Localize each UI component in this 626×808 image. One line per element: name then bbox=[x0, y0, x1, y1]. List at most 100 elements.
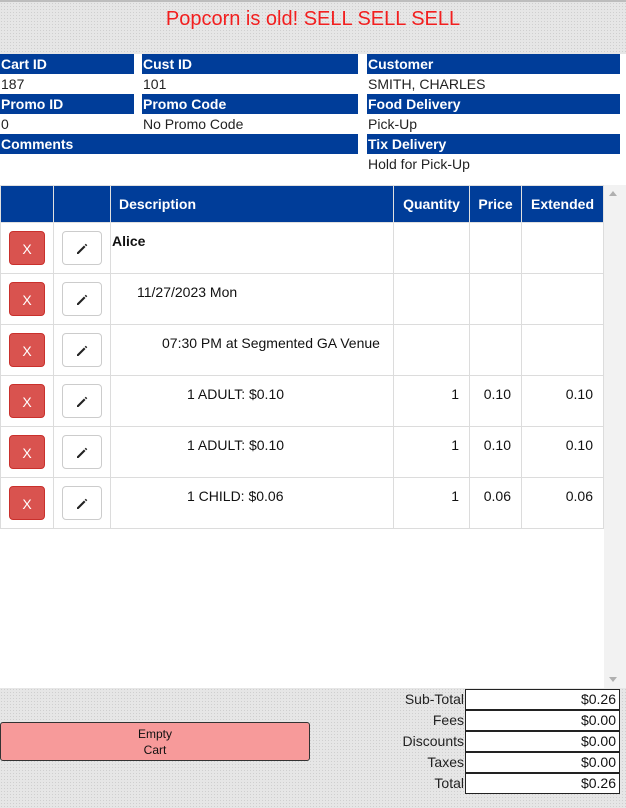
scroll-up-arrow-icon[interactable] bbox=[609, 191, 617, 196]
cart-footer: Empty Cart Sub-Total $0.26 Fees $0.00 Di… bbox=[0, 688, 626, 808]
edit-item-button[interactable] bbox=[62, 486, 102, 520]
edit-cell bbox=[53, 273, 111, 325]
promo-id-label: Promo ID bbox=[0, 94, 134, 114]
quantity-column-header: Quantity bbox=[393, 185, 470, 223]
remove-item-button[interactable]: X bbox=[9, 282, 45, 316]
extended-column-header: Extended bbox=[521, 185, 604, 223]
edit-item-button[interactable] bbox=[62, 333, 102, 367]
customer-label: Customer bbox=[367, 54, 620, 74]
tix-delivery-label: Tix Delivery bbox=[367, 134, 620, 154]
pencil-icon bbox=[75, 240, 89, 256]
item-price: 0.06 bbox=[469, 477, 522, 529]
item-price bbox=[469, 324, 522, 376]
edit-column-header bbox=[53, 185, 111, 223]
table-header-row: Description Quantity Price Extended bbox=[0, 185, 604, 223]
item-quantity: 1 bbox=[393, 375, 470, 427]
cart-row: X 11/27/2023 Mon bbox=[0, 273, 604, 325]
pencil-icon bbox=[75, 444, 89, 460]
item-extended bbox=[521, 324, 604, 376]
discounts-value: $0.00 bbox=[465, 731, 620, 752]
customer-value: SMITH, CHARLES bbox=[368, 76, 486, 92]
cart-table: Description Quantity Price Extended X Ali… bbox=[0, 185, 604, 529]
remove-item-button[interactable]: X bbox=[9, 486, 45, 520]
food-delivery-value: Pick-Up bbox=[368, 116, 418, 132]
cart-table-container[interactable]: Description Quantity Price Extended X Ali… bbox=[0, 185, 626, 688]
scroll-down-arrow-icon[interactable] bbox=[609, 677, 617, 682]
item-description: 1 CHILD: $0.06 bbox=[110, 477, 394, 529]
pencil-icon bbox=[75, 342, 89, 358]
banner: Popcorn is old! SELL SELL SELL bbox=[0, 0, 626, 54]
item-quantity bbox=[393, 273, 470, 325]
item-description: 1 ADULT: $0.10 bbox=[110, 426, 394, 478]
edit-item-button[interactable] bbox=[62, 231, 102, 265]
cart-row: X 07:30 PM at Segmented GA Venue bbox=[0, 324, 604, 376]
item-description: 1 ADULT: $0.10 bbox=[110, 375, 394, 427]
edit-cell bbox=[53, 375, 111, 427]
remove-cell: X bbox=[0, 273, 54, 325]
pencil-icon bbox=[75, 495, 89, 511]
remove-cell: X bbox=[0, 426, 54, 478]
item-description: 11/27/2023 Mon bbox=[110, 273, 394, 325]
item-extended: 0.10 bbox=[521, 375, 604, 427]
promo-id-value: 0 bbox=[1, 116, 9, 132]
taxes-label: Taxes bbox=[427, 754, 464, 770]
cust-id-label: Cust ID bbox=[142, 54, 358, 74]
empty-cart-button[interactable]: Empty Cart bbox=[0, 722, 310, 761]
description-column-header: Description bbox=[110, 185, 394, 223]
item-quantity bbox=[393, 324, 470, 376]
taxes-value: $0.00 bbox=[465, 752, 620, 773]
remove-item-button[interactable]: X bbox=[9, 231, 45, 265]
fees-label: Fees bbox=[432, 712, 464, 728]
item-price: 0.10 bbox=[469, 426, 522, 478]
cart-id-value: 187 bbox=[1, 76, 25, 92]
cart-row: X Alice bbox=[0, 222, 604, 274]
pencil-icon bbox=[75, 393, 89, 409]
tix-delivery-value: Hold for Pick-Up bbox=[368, 156, 470, 172]
price-column-header: Price bbox=[469, 185, 522, 223]
cart-row: X1 CHILD: $0.06 1 0.06 0.06 bbox=[0, 477, 604, 529]
promo-code-label: Promo Code bbox=[142, 94, 358, 114]
item-description: 07:30 PM at Segmented GA Venue bbox=[110, 324, 394, 376]
total-label: Total bbox=[434, 775, 464, 791]
remove-item-button[interactable]: X bbox=[9, 333, 45, 367]
item-quantity: 1 bbox=[393, 477, 470, 529]
fees-value: $0.00 bbox=[465, 710, 620, 731]
empty-cart-label-line1: Empty bbox=[137, 727, 172, 741]
cart-row: X1 ADULT: $0.10 1 0.10 0.10 bbox=[0, 426, 604, 478]
remove-item-button[interactable]: X bbox=[9, 435, 45, 469]
remove-cell: X bbox=[0, 324, 54, 376]
item-extended: 0.10 bbox=[521, 426, 604, 478]
item-quantity bbox=[393, 222, 470, 274]
remove-column-header bbox=[0, 185, 54, 223]
remove-cell: X bbox=[0, 375, 54, 427]
subtotal-value: $0.26 bbox=[465, 689, 620, 710]
total-value: $0.26 bbox=[465, 773, 620, 794]
pencil-icon bbox=[75, 291, 89, 307]
item-price bbox=[469, 273, 522, 325]
edit-item-button[interactable] bbox=[62, 435, 102, 469]
item-extended: 0.06 bbox=[521, 477, 604, 529]
table-scrollbar[interactable] bbox=[604, 185, 626, 688]
empty-cart-label-line2: Cart bbox=[143, 743, 167, 757]
cart-row: X1 ADULT: $0.10 1 0.10 0.10 bbox=[0, 375, 604, 427]
item-price bbox=[469, 222, 522, 274]
promo-code-value: No Promo Code bbox=[143, 116, 244, 132]
remove-cell: X bbox=[0, 222, 54, 274]
discounts-label: Discounts bbox=[402, 733, 464, 749]
edit-item-button[interactable] bbox=[62, 282, 102, 316]
cust-id-value: 101 bbox=[143, 76, 167, 92]
edit-cell bbox=[53, 324, 111, 376]
item-price: 0.10 bbox=[469, 375, 522, 427]
banner-message: Popcorn is old! SELL SELL SELL bbox=[165, 8, 461, 30]
comments-label: Comments bbox=[0, 134, 358, 154]
item-description: Alice bbox=[110, 222, 394, 274]
item-quantity: 1 bbox=[393, 426, 470, 478]
edit-cell bbox=[53, 477, 111, 529]
item-extended bbox=[521, 222, 604, 274]
subtotal-label: Sub-Total bbox=[404, 691, 464, 707]
remove-item-button[interactable]: X bbox=[9, 384, 45, 418]
cart-id-label: Cart ID bbox=[0, 54, 134, 74]
edit-item-button[interactable] bbox=[62, 384, 102, 418]
edit-cell bbox=[53, 426, 111, 478]
item-extended bbox=[521, 273, 604, 325]
